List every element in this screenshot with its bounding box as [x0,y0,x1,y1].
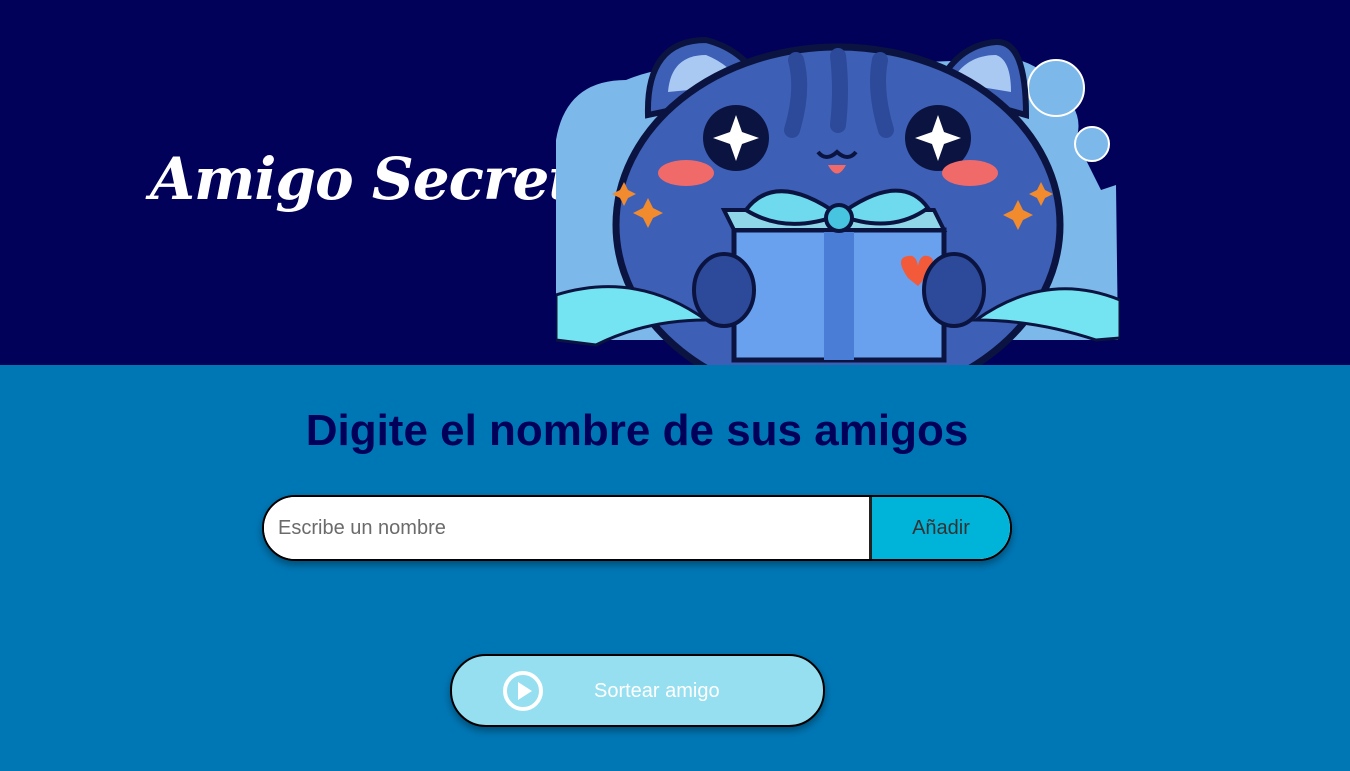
header: Amigo Secreto [0,0,1350,365]
main-section: Digite el nombre de sus amigos Añadir So… [0,365,1350,771]
draw-friend-button[interactable]: Sortear amigo [450,654,825,727]
page-title: Amigo Secreto [150,145,613,213]
name-input-group: Añadir [262,495,1012,561]
name-input[interactable] [264,497,872,559]
section-subtitle: Digite el nombre de sus amigos [305,406,969,455]
play-circle-icon [503,671,543,711]
draw-friend-label: Sortear amigo [594,680,720,702]
cat-with-gift-illustration [556,36,1120,365]
add-button[interactable]: Añadir [872,497,1010,559]
